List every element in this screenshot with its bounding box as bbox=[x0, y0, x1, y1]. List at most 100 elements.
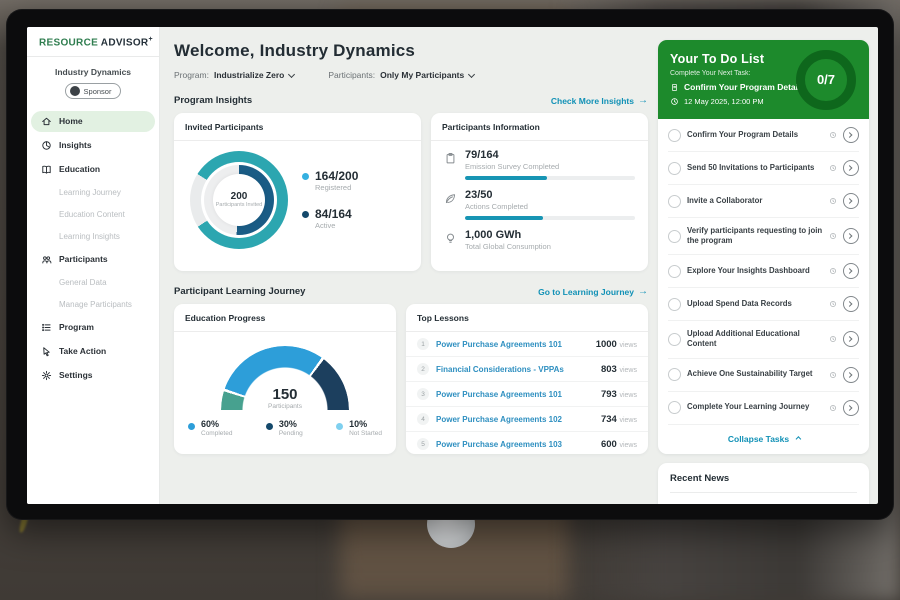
filter-bar: Program: Industrialize Zero Participants… bbox=[174, 70, 648, 80]
sidebar-nav: Home Insights Education Learning Journey Edu… bbox=[27, 109, 159, 387]
chevron-down-icon bbox=[288, 70, 295, 77]
todo-task-row: Upload Additional Educational Content bbox=[668, 321, 859, 358]
education-legend-item: 60%Completed bbox=[188, 420, 232, 437]
lesson-link[interactable]: Power Purchase Agreements 102 bbox=[436, 415, 594, 424]
task-label: Explore Your Insights Dashboard bbox=[687, 266, 823, 276]
check-more-insights-link[interactable]: Check More Insights → bbox=[551, 96, 648, 106]
clock-icon bbox=[829, 300, 837, 308]
top-lessons-card: Top Lessons 1Power Purchase Agreements 1… bbox=[406, 304, 648, 454]
sidebar-item-label: Education bbox=[59, 164, 100, 174]
lesson-views: 734 views bbox=[601, 414, 637, 425]
lesson-views: 600 views bbox=[601, 439, 637, 450]
legend-label: Completed bbox=[201, 430, 232, 437]
sidebar-item-settings[interactable]: Settings bbox=[31, 365, 155, 386]
lesson-row: 3Power Purchase Agreements 101793 views bbox=[406, 382, 648, 407]
lesson-rank: 5 bbox=[417, 438, 429, 450]
todo-card: Your To Do List Complete Your Next Task:… bbox=[658, 40, 869, 454]
top-lessons-list: 1Power Purchase Agreements 1011000 views… bbox=[406, 332, 648, 454]
todo-header: Your To Do List Complete Your Next Task:… bbox=[658, 40, 869, 119]
task-checkbox[interactable] bbox=[668, 195, 681, 208]
lesson-link[interactable]: Power Purchase Agreements 101 bbox=[436, 340, 589, 349]
task-open-button[interactable] bbox=[843, 160, 859, 176]
task-checkbox[interactable] bbox=[668, 230, 681, 243]
page-title: Welcome, Industry Dynamics bbox=[174, 41, 648, 61]
sidebar-item-learning-insights[interactable]: Learning Insights bbox=[31, 227, 155, 246]
task-label: Invite a Collaborator bbox=[687, 196, 823, 206]
task-checkbox[interactable] bbox=[668, 298, 681, 311]
task-checkbox[interactable] bbox=[668, 265, 681, 278]
education-progress-title: Education Progress bbox=[174, 304, 396, 332]
todo-task-row: Upload Spend Data Records bbox=[668, 288, 859, 321]
lesson-link[interactable]: Power Purchase Agreements 103 bbox=[436, 440, 594, 449]
education-legend-item: 30%Pending bbox=[266, 420, 303, 437]
collapse-tasks-link[interactable]: Collapse Tasks bbox=[668, 425, 859, 454]
sidebar-item-label: Home bbox=[59, 116, 83, 126]
task-open-button[interactable] bbox=[843, 127, 859, 143]
brand-part2: ADVISOR bbox=[101, 37, 149, 48]
task-label: Complete Your Learning Journey bbox=[687, 402, 823, 412]
lesson-link[interactable]: Power Purchase Agreements 101 bbox=[436, 390, 594, 399]
lesson-row: 5 Power Purchase Agreements 103 600 views bbox=[406, 432, 648, 454]
sidebar-item-label: Program bbox=[59, 322, 94, 332]
task-open-button[interactable] bbox=[843, 263, 859, 279]
lesson-views: 1000 views bbox=[596, 339, 637, 350]
sidebar-item-manage-participants[interactable]: Manage Participants bbox=[31, 295, 155, 314]
info-value: 1,000 GWh bbox=[465, 229, 635, 241]
learning-cards-row: Education Progress 150 Participants 60%C… bbox=[174, 304, 648, 454]
lesson-rank: 3 bbox=[417, 388, 429, 400]
sidebar-item-label: Take Action bbox=[59, 346, 106, 356]
sponsor-label: Sponsor bbox=[84, 87, 112, 96]
lesson-views: 803 views bbox=[601, 364, 637, 375]
sidebar-item-general-data[interactable]: General Data bbox=[31, 273, 155, 292]
sidebar-item-label: Learning Insights bbox=[59, 232, 120, 241]
lesson-link[interactable]: Financial Considerations - VPPAs bbox=[436, 365, 594, 374]
task-open-button[interactable] bbox=[843, 331, 859, 347]
recent-news-card: Recent News bbox=[658, 463, 869, 505]
org-name: Industry Dynamics bbox=[27, 67, 159, 77]
task-open-button[interactable] bbox=[843, 367, 859, 383]
participants-information-card: Participants Information 79/164Emission … bbox=[431, 113, 648, 271]
task-label: Upload Additional Educational Content bbox=[687, 329, 823, 349]
go-to-learning-journey-link[interactable]: Go to Learning Journey → bbox=[538, 287, 648, 297]
sidebar-item-insights[interactable]: Insights bbox=[31, 135, 155, 156]
sidebar-item-learning-journey[interactable]: Learning Journey bbox=[31, 183, 155, 202]
content-area: Welcome, Industry Dynamics Program: Indu… bbox=[160, 27, 878, 504]
education-progress-card: Education Progress 150 Participants 60%C… bbox=[174, 304, 396, 454]
progress-bar bbox=[465, 176, 635, 180]
info-label: Total Global Consumption bbox=[465, 242, 635, 251]
sidebar-item-take-action[interactable]: Take Action bbox=[31, 341, 155, 362]
todo-task-row: Invite a Collaborator bbox=[668, 185, 859, 218]
participants-filter[interactable]: Participants: Only My Participants bbox=[328, 70, 474, 80]
clock-icon bbox=[829, 335, 837, 343]
sidebar: RESOURCE ADVISOR+ Industry Dynamics Spon… bbox=[27, 27, 160, 504]
task-checkbox[interactable] bbox=[668, 401, 681, 414]
document-icon bbox=[670, 83, 679, 92]
clock-icon bbox=[829, 404, 837, 412]
education-gauge-chart: 150 Participants bbox=[221, 346, 349, 410]
task-label: Verify participants requesting to join t… bbox=[687, 226, 823, 246]
brand-logo[interactable]: RESOURCE ADVISOR+ bbox=[27, 36, 159, 57]
sidebar-item-education[interactable]: Education bbox=[31, 159, 155, 180]
chevron-down-icon bbox=[468, 70, 475, 77]
recent-news-title: Recent News bbox=[670, 473, 857, 493]
sidebar-item-program[interactable]: Program bbox=[31, 317, 155, 338]
legend-label: Registered bbox=[315, 183, 358, 192]
info-value: 23/50 bbox=[465, 189, 635, 201]
clock-icon bbox=[829, 131, 837, 139]
sidebar-item-home[interactable]: Home bbox=[31, 111, 155, 132]
task-checkbox[interactable] bbox=[668, 368, 681, 381]
sidebar-item-participants[interactable]: Participants bbox=[31, 249, 155, 270]
participants-icon bbox=[41, 254, 52, 265]
task-open-button[interactable] bbox=[843, 228, 859, 244]
task-open-button[interactable] bbox=[843, 296, 859, 312]
task-open-button[interactable] bbox=[843, 400, 859, 416]
task-checkbox[interactable] bbox=[668, 162, 681, 175]
task-checkbox[interactable] bbox=[668, 333, 681, 346]
program-filter[interactable]: Program: Industrialize Zero bbox=[174, 70, 294, 80]
bulb-icon bbox=[444, 229, 457, 251]
task-open-button[interactable] bbox=[843, 193, 859, 209]
task-checkbox[interactable] bbox=[668, 129, 681, 142]
sponsor-badge[interactable]: Sponsor bbox=[65, 83, 122, 99]
todo-task-row: Complete Your Learning Journey bbox=[668, 392, 859, 425]
sidebar-item-education-content[interactable]: Education Content bbox=[31, 205, 155, 224]
